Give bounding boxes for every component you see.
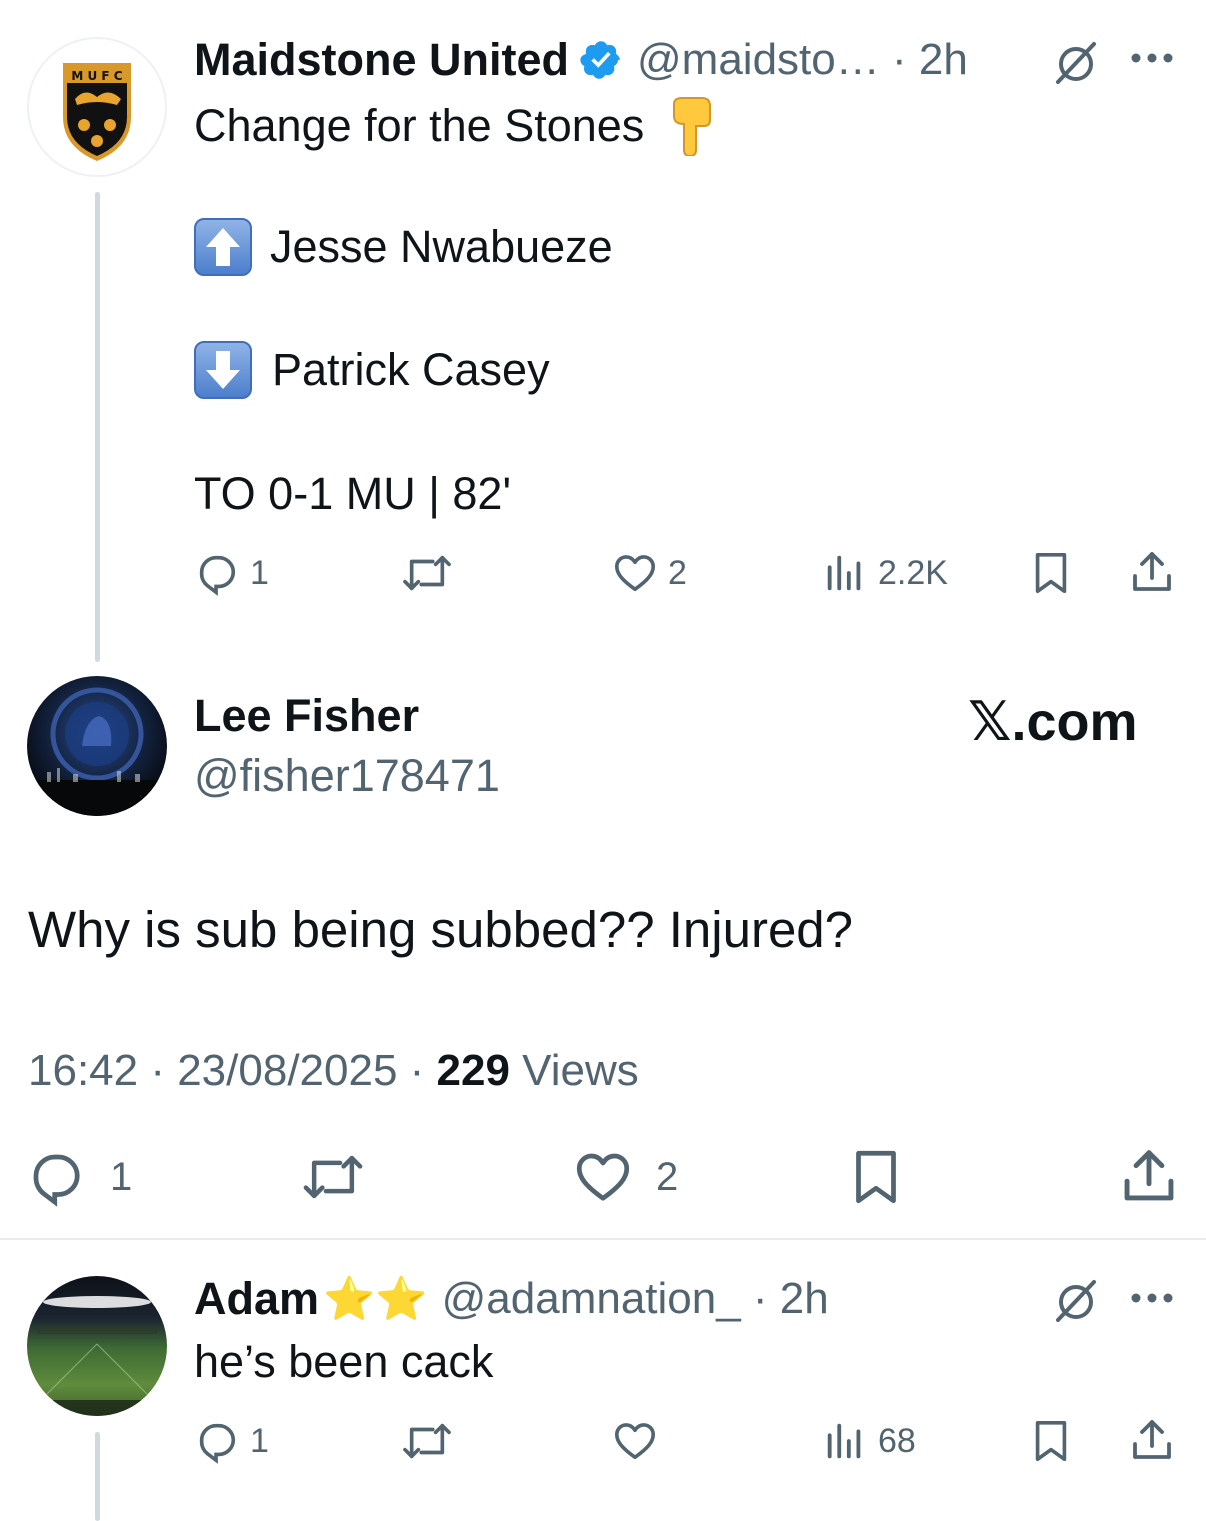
- focus-share-button[interactable]: [1118, 1145, 1180, 1207]
- score-line: TO 0-1 MU | 82': [194, 468, 512, 519]
- reply-icon: [199, 555, 236, 596]
- focus-handle[interactable]: @fisher178471: [194, 750, 500, 802]
- views-chart-icon: [827, 1423, 861, 1459]
- tweet1-text: Change for the Stones: [194, 100, 645, 151]
- reply-like-button[interactable]: [612, 1418, 658, 1464]
- crest-text: M U F C: [71, 69, 122, 83]
- timestamp[interactable]: 16:42 · 23/08/2025 ·: [28, 1046, 437, 1095]
- tweet1-header: Maidstone United @maidsto… · 2h: [194, 32, 968, 88]
- views-chart-icon: [827, 555, 861, 591]
- focus-tweet-text: Why is sub being subbed?? Injured?: [28, 901, 854, 958]
- repost-button[interactable]: [400, 550, 454, 596]
- focus-like-button[interactable]: 2: [572, 1147, 678, 1207]
- heart-icon: [576, 1153, 630, 1201]
- share-icon: [1133, 552, 1171, 591]
- focus-reply-button[interactable]: 1: [26, 1147, 132, 1207]
- focus-bookmark-button[interactable]: [846, 1147, 906, 1207]
- x-com-brand: 𝕏.com: [968, 692, 1138, 752]
- reply-reply-count: 1: [250, 1421, 269, 1460]
- reply-button[interactable]: 1: [194, 550, 269, 596]
- verified-badge-icon: [580, 41, 620, 79]
- focus-display-name[interactable]: Lee Fisher: [194, 690, 419, 742]
- reply-header: Adam ⭐⭐ @adamnation_ · 2h: [194, 1270, 829, 1328]
- bookmark-icon: [856, 1150, 896, 1204]
- tweet1-line1: Change for the Stones: [194, 96, 714, 156]
- sub-on-line: Jesse Nwabueze: [194, 218, 613, 276]
- down-arrow-emoji-icon: [194, 341, 252, 399]
- up-arrow-emoji-icon: [194, 218, 252, 276]
- avatar-maidstone[interactable]: M U F C: [27, 37, 167, 177]
- reply-display-name[interactable]: Adam: [194, 1273, 319, 1325]
- focus-metadata: 16:42 · 23/08/2025 · 229 Views: [28, 1046, 639, 1096]
- reply-handle-and-time[interactable]: @adamnation_ · 2h: [442, 1274, 829, 1324]
- repost-icon: [303, 1155, 363, 1199]
- views-count: 229: [436, 1046, 510, 1095]
- sub-on-name: Jesse Nwabueze: [270, 221, 613, 272]
- like-button[interactable]: 2: [612, 550, 687, 596]
- handle-and-time[interactable]: @maidsto… · 2h: [637, 35, 968, 85]
- reply-icon: [33, 1154, 80, 1207]
- chelsea-crest-icon: [27, 687, 167, 816]
- repost-icon: [403, 555, 451, 591]
- bookmark-icon: [1035, 1420, 1067, 1462]
- pointing-down-emoji-icon: [673, 97, 712, 156]
- bookmark-icon: [1035, 552, 1067, 594]
- views-label: Views: [509, 1046, 639, 1095]
- share-button[interactable]: [1128, 548, 1176, 596]
- reply-views-button[interactable]: 68: [822, 1418, 916, 1464]
- share-icon: [1124, 1150, 1174, 1201]
- heart-icon: [614, 1423, 656, 1460]
- view-count: 2.2K: [878, 553, 948, 592]
- thread-line-bottom: [95, 1432, 100, 1521]
- focus-like-count: 2: [656, 1154, 679, 1199]
- stadium-photo-icon: [27, 1296, 167, 1416]
- avatar-adam[interactable]: [27, 1276, 167, 1416]
- display-name[interactable]: Maidstone United: [194, 34, 569, 86]
- reply-bookmark-button[interactable]: [1028, 1418, 1074, 1464]
- sub-off-line: Patrick Casey: [194, 341, 550, 399]
- reply-text: he’s been cack: [194, 1336, 494, 1387]
- repost-icon: [403, 1423, 451, 1459]
- grok-icon[interactable]: [1052, 38, 1100, 91]
- reply-grok-icon[interactable]: [1052, 1276, 1100, 1329]
- more-options-icon[interactable]: [1128, 50, 1176, 71]
- share-icon: [1133, 1420, 1171, 1459]
- views-button[interactable]: 2.2K: [822, 550, 948, 596]
- reply-reply-button[interactable]: 1: [194, 1418, 269, 1464]
- heart-icon: [614, 555, 656, 592]
- reply-icon: [199, 1423, 236, 1464]
- reply-share-button[interactable]: [1128, 1416, 1176, 1464]
- reply-count: 1: [250, 553, 269, 592]
- sub-off-name: Patrick Casey: [272, 344, 550, 395]
- reply-repost-button[interactable]: [400, 1418, 454, 1464]
- reply-view-count: 68: [878, 1421, 916, 1460]
- avatar-lee-fisher[interactable]: [27, 676, 167, 816]
- bookmark-button[interactable]: [1028, 550, 1074, 596]
- mufc-crest-icon: M U F C: [63, 63, 131, 161]
- star-emoji-icon: ⭐⭐: [323, 1274, 428, 1322]
- focus-repost-button[interactable]: [300, 1147, 366, 1207]
- thread-line-top: [95, 192, 100, 662]
- focus-reply-count: 1: [110, 1154, 133, 1199]
- section-divider: [0, 1238, 1206, 1240]
- like-count: 2: [668, 553, 687, 592]
- reply-more-options-icon[interactable]: [1128, 1290, 1176, 1311]
